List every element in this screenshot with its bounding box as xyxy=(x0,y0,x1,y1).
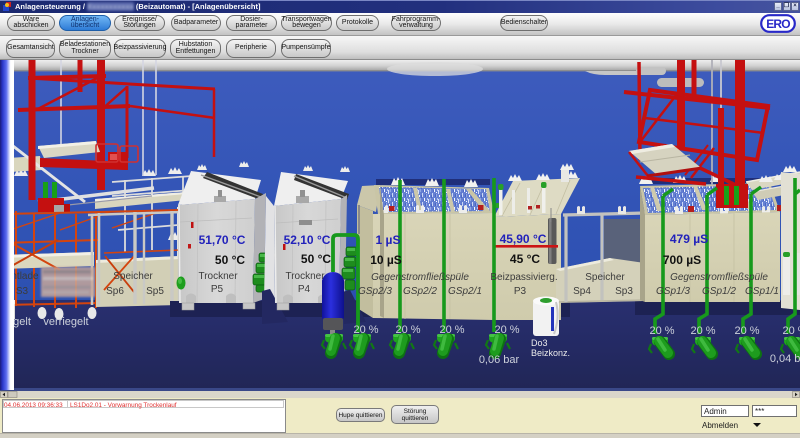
svg-text:45,90 °C: 45,90 °C xyxy=(500,232,547,246)
svg-text:GSp2/2: GSp2/2 xyxy=(403,286,437,297)
svg-text:Speicher: Speicher xyxy=(585,272,625,283)
svg-text:10 µS: 10 µS xyxy=(370,253,402,267)
svg-text:Speicher: Speicher xyxy=(113,271,153,282)
svg-text:20 %: 20 % xyxy=(395,324,420,336)
svg-text:700 µS: 700 µS xyxy=(663,253,701,267)
svg-text:1 µS: 1 µS xyxy=(376,233,401,247)
svg-text:20 %: 20 % xyxy=(782,325,800,337)
svg-text:Trockner: Trockner xyxy=(198,271,238,282)
svg-text:20 %: 20 % xyxy=(690,325,715,337)
svg-text:P4: P4 xyxy=(298,284,311,295)
svg-text:GSp2/3: GSp2/3 xyxy=(358,286,392,297)
svg-text:S3: S3 xyxy=(16,286,29,297)
svg-text:52,10 °C: 52,10 °C xyxy=(284,233,331,247)
svg-text:GSp1/2: GSp1/2 xyxy=(702,286,736,297)
svg-text:P5: P5 xyxy=(211,284,224,295)
svg-text:20 %: 20 % xyxy=(439,324,464,336)
svg-text:51,70 °C: 51,70 °C xyxy=(199,233,246,247)
svg-text:Beizkonz.: Beizkonz. xyxy=(531,348,570,358)
svg-text:Gegenstromfließspüle: Gegenstromfließspüle xyxy=(371,272,469,283)
svg-text:50 °C: 50 °C xyxy=(215,253,245,267)
svg-text:Sp3: Sp3 xyxy=(615,286,633,297)
svg-text:479 µS: 479 µS xyxy=(670,232,708,246)
svg-text:Beizpassivierg.: Beizpassivierg. xyxy=(490,272,557,283)
svg-text:20 %: 20 % xyxy=(494,324,519,336)
svg-text:Sp4: Sp4 xyxy=(573,286,591,297)
svg-text:45 °C: 45 °C xyxy=(510,252,540,266)
svg-text:50 °C: 50 °C xyxy=(301,252,331,266)
svg-text:20 %: 20 % xyxy=(649,325,674,337)
svg-text:Trockner: Trockner xyxy=(285,271,325,282)
svg-text:Do3: Do3 xyxy=(531,338,548,348)
svg-text:GSp2/1: GSp2/1 xyxy=(448,286,482,297)
svg-text:ntlade: ntlade xyxy=(11,271,39,282)
svg-text:20 %: 20 % xyxy=(734,325,759,337)
svg-text:verriegelt: verriegelt xyxy=(43,316,88,328)
svg-text:20 %: 20 % xyxy=(353,324,378,336)
svg-text:0,06 bar: 0,06 bar xyxy=(479,354,520,366)
svg-text:P3: P3 xyxy=(514,286,527,297)
svg-text:GSp1/3: GSp1/3 xyxy=(656,286,690,297)
svg-text:GSp1/1: GSp1/1 xyxy=(745,286,779,297)
svg-text:0,04 bar: 0,04 bar xyxy=(770,353,800,365)
svg-text:Sp6: Sp6 xyxy=(106,286,124,297)
svg-text:Gegenstromfließspüle: Gegenstromfließspüle xyxy=(670,272,768,283)
svg-text:Sp5: Sp5 xyxy=(146,286,164,297)
svg-text:ERO: ERO xyxy=(766,17,790,31)
